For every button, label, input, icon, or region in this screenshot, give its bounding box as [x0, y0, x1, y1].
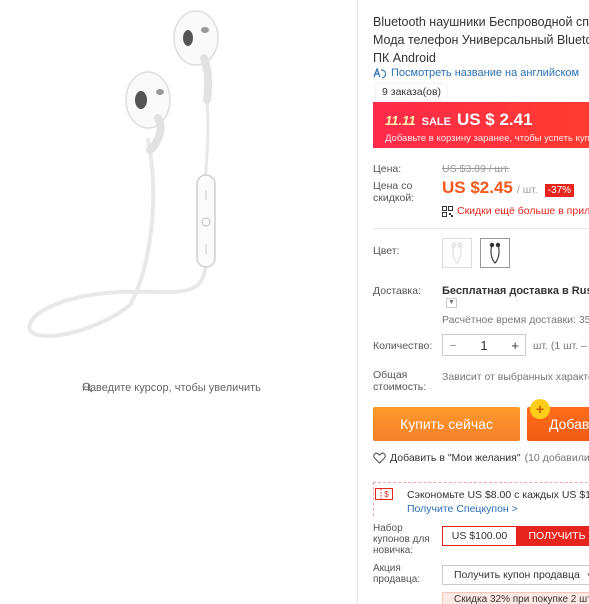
title-line-2: Мода телефон Универсальный Bluetooth	[373, 33, 589, 47]
app-discount-text[interactable]: Скидки ещё больше в приложении	[457, 205, 589, 217]
discount-label-line-1: Цена со	[373, 180, 413, 192]
quantity-availability: шт. (1 шт. –	[533, 340, 587, 352]
seller-coupon-select-text: Получить купон продавца	[454, 569, 580, 581]
product-image[interactable]	[0, 0, 358, 380]
quantity-input[interactable]: 1	[480, 338, 487, 353]
seller-label-line-2: продавца:	[373, 574, 421, 585]
color-swatch-black[interactable]	[480, 238, 510, 268]
quantity-stepper: − 1 +	[442, 334, 526, 356]
quantity-label: Количество:	[373, 340, 433, 352]
shipping-label: Доставка:	[373, 285, 422, 297]
zoom-hint: Наведите курсор, чтобы увеличить	[82, 382, 261, 394]
total-value: Зависит от выбранных характеристик	[442, 371, 589, 383]
discount-badge: -37%	[544, 184, 575, 197]
discount-price: US $2.45 / шт. -37%	[442, 178, 575, 198]
quantity-decrease-button[interactable]: −	[449, 338, 457, 353]
new-user-label-line-2: купонов для	[373, 534, 430, 545]
coupon-savings: Сэкономьте US $8.00 с каждых US $150	[407, 489, 589, 501]
old-price: US $3.89 / шт.	[442, 163, 510, 175]
quantity-increase-button[interactable]: +	[511, 338, 519, 353]
translate-link-text[interactable]: Посмотреть название на английском	[391, 67, 579, 79]
promo-price: US $ 2.41	[456, 110, 533, 129]
svg-text:$: $	[384, 490, 389, 499]
heart-icon	[373, 452, 386, 464]
coupon-icon: $	[375, 488, 393, 500]
new-user-coupon-value: US $100.00	[442, 526, 517, 546]
chevron-down-icon: ▼	[448, 299, 455, 306]
seller-label-line-1: Акция	[373, 563, 401, 574]
app-discount-link[interactable]: Скидки ещё больше в приложении	[442, 205, 589, 217]
total-label-line-2: стоимость:	[373, 381, 427, 393]
new-user-label-line-3: новичка:	[373, 545, 414, 556]
shipping-method: Бесплатная доставка в Russian	[442, 285, 589, 297]
wishlist-count: (10 добавили)	[524, 452, 589, 464]
discount-price-label: Цена со скидкой:	[373, 180, 414, 204]
color-swatch-white[interactable]	[442, 238, 472, 268]
seller-promo-label: Акция продавца:	[373, 563, 420, 585]
buy-now-button[interactable]: Купить сейчас	[373, 407, 520, 441]
orders-count: 9 заказа(ов)	[376, 84, 448, 100]
total-label: Общая стоимость:	[373, 369, 426, 393]
title-line-1: Bluetooth наушники Беспроводной спорт	[373, 15, 589, 29]
qr-code-icon	[442, 205, 453, 217]
title-line-3: ПК Android	[373, 51, 436, 65]
get-special-coupon-link[interactable]: Получите Спецкупон >	[407, 503, 518, 515]
product-info: Bluetooth наушники Беспроводной спорт Мо…	[373, 0, 589, 604]
get-coupon-button[interactable]: ПОЛУЧИТЬ	[517, 526, 589, 546]
new-user-label-line-1: Набор	[373, 523, 403, 534]
divider	[373, 228, 589, 229]
shipping-dropdown-toggle[interactable]: ▼	[446, 298, 457, 308]
shipping-time: Расчётное время доставки: 35-	[442, 314, 589, 326]
product-title: Bluetooth наушники Беспроводной спорт Мо…	[373, 13, 589, 67]
promo-banner[interactable]: 11.11 SALE US $ 2.41 Добавьте в корзину …	[373, 102, 589, 148]
seller-coupon-select[interactable]: Получить купон продавца ▼	[442, 565, 589, 585]
seller-discount-tip: Скидка 32% при покупке 2 шт	[442, 592, 589, 604]
translate-link[interactable]: Посмотреть название на английском	[373, 67, 579, 79]
discount-label-line-2: скидкой:	[373, 192, 415, 204]
new-user-coupons-label: Набор купонов для новичка:	[373, 523, 430, 556]
promo-sale: SALE	[421, 116, 451, 128]
wishlist-text[interactable]: Добавить в "Мои желания"	[390, 452, 521, 464]
wishlist-link[interactable]: Добавить в "Мои желания" (10 добавили)	[373, 452, 589, 464]
new-price-value: US $2.45	[442, 178, 513, 197]
right-earbud	[173, 10, 219, 104]
zoom-hint-text: Наведите курсор, чтобы увеличить	[82, 382, 261, 394]
translate-icon	[373, 67, 387, 79]
color-label: Цвет:	[373, 245, 400, 257]
promo-subtitle: Добавьте в корзину заранее, чтобы успеть…	[385, 133, 589, 144]
cart-plus-icon: +	[530, 399, 550, 419]
price-label: Цена:	[373, 163, 402, 175]
total-label-line-1: Общая	[373, 369, 408, 381]
product-gallery[interactable]: Наведите курсор, чтобы увеличить	[0, 0, 358, 604]
price-unit: / шт.	[516, 184, 538, 196]
promo-event: 11.11	[385, 113, 416, 128]
magnifier-icon	[82, 382, 93, 393]
